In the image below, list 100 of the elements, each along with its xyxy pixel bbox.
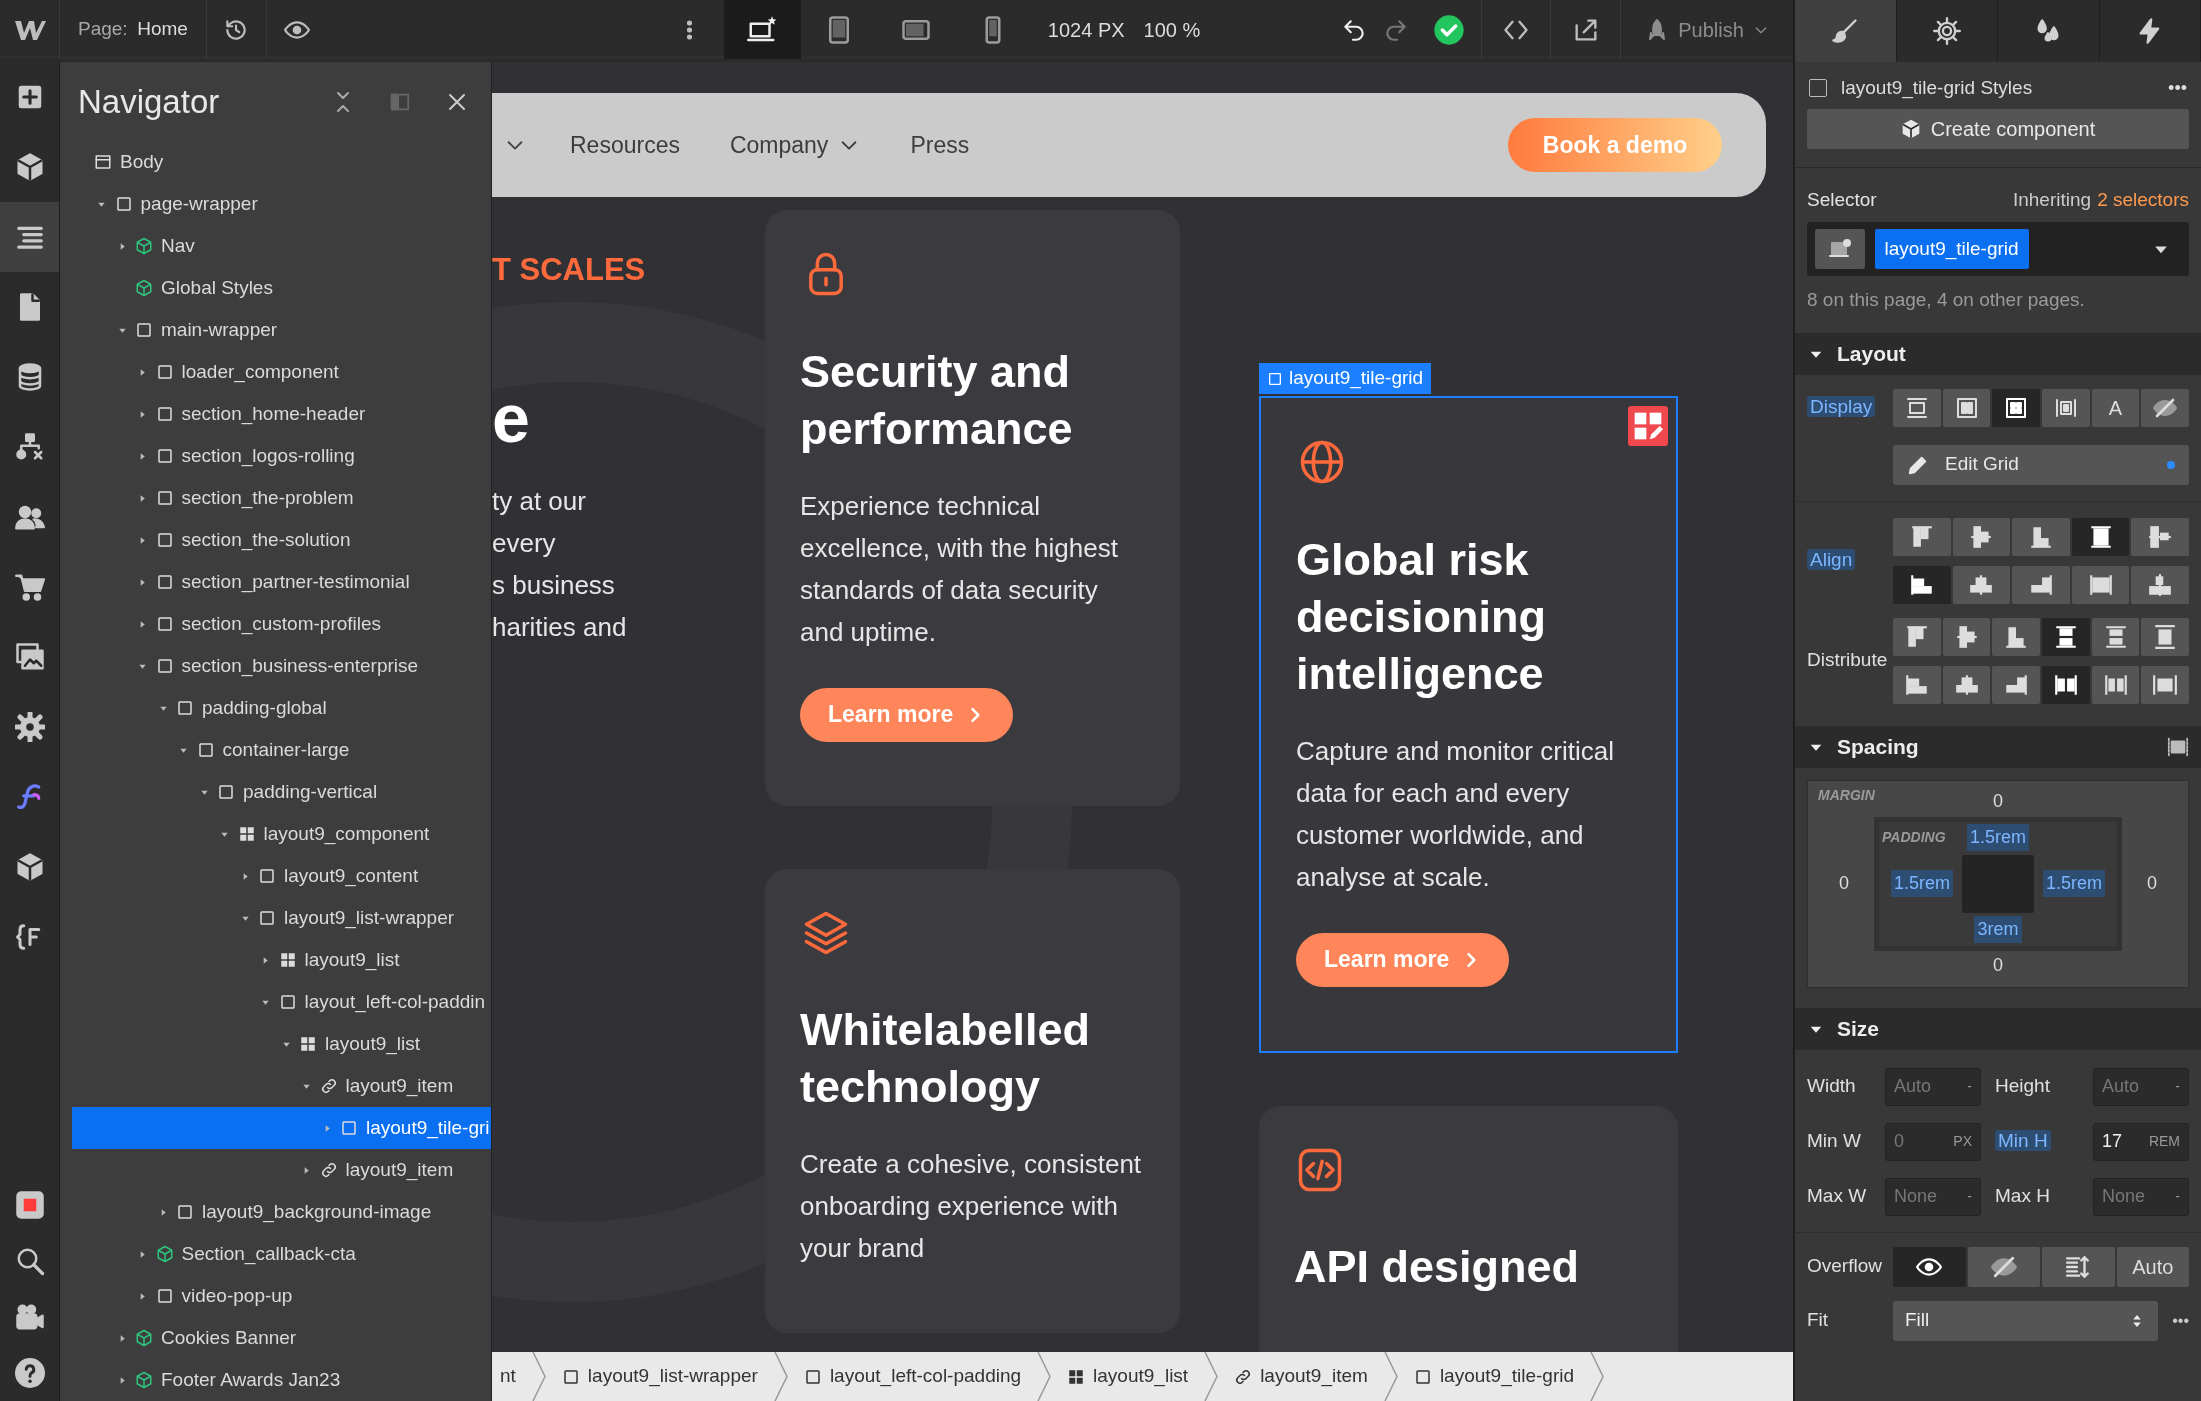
more-button[interactable]: ••• [2158, 1308, 2189, 1333]
align-option[interactable] [2131, 517, 2189, 556]
tree-item[interactable]: layout9_content [72, 855, 491, 897]
inheriting-link[interactable]: 2 selectors [2097, 185, 2189, 214]
size-field[interactable]: Auto - [2093, 1067, 2189, 1106]
align-option[interactable] [2012, 517, 2070, 556]
display-option[interactable] [2141, 388, 2190, 427]
align-option[interactable] [1952, 565, 2011, 604]
tree-item[interactable]: layout9_item [72, 1149, 491, 1191]
overflow-option[interactable] [1893, 1246, 1966, 1287]
display-option[interactable]: A [2091, 388, 2140, 427]
tree-item[interactable]: layout9_item [72, 1065, 491, 1107]
display-option[interactable] [2042, 388, 2090, 427]
edit-grid-button[interactable]: Edit Grid [1893, 444, 2189, 485]
distribute-option[interactable] [1893, 617, 1941, 656]
tree-item[interactable]: Body [72, 141, 491, 183]
unit-selector[interactable]: - [2175, 1186, 2180, 1207]
tree-item[interactable]: layout9_tile-gri [72, 1107, 491, 1149]
grid-edit-icon[interactable] [1628, 406, 1668, 446]
tree-item[interactable]: section_custom-profiles [72, 603, 491, 645]
panel-tab[interactable] [1795, 0, 1897, 62]
tree-item[interactable]: Cookies Banner [72, 1317, 491, 1359]
tree-item[interactable]: padding-vertical [72, 771, 491, 813]
tree-item[interactable]: section_the-problem [72, 477, 491, 519]
distribute-option[interactable] [2042, 617, 2090, 656]
breadcrumb-item[interactable]: layout9_tile-grid [1397, 1362, 1590, 1391]
tree-item[interactable]: main-wrapper [72, 309, 491, 351]
section-title[interactable]: Layout [1837, 337, 1906, 370]
spacing-value[interactable]: 3rem [1974, 916, 2022, 943]
size-field[interactable]: None - [2093, 1177, 2189, 1216]
size-field[interactable]: None - [1885, 1177, 1981, 1216]
align-option[interactable] [2071, 565, 2130, 604]
checkbox[interactable] [1809, 79, 1827, 98]
class-chip[interactable]: layout9_tile-grid [1874, 228, 2029, 270]
more-button[interactable]: ••• [2168, 74, 2187, 102]
tree-item[interactable]: layout9_list [72, 1023, 491, 1065]
tree-item[interactable]: Global Styles [72, 267, 491, 309]
zoom-level[interactable]: 100 % [1143, 14, 1201, 45]
spacing-value[interactable]: 0 [1993, 952, 2003, 979]
unit-selector[interactable]: PX [1953, 1131, 1972, 1152]
nav-link[interactable]: Company [729, 127, 861, 163]
unit-selector[interactable]: - [2175, 1076, 2180, 1097]
tree-item[interactable]: layout_left-col-paddin [72, 981, 491, 1023]
tree-item[interactable]: layout9_component [72, 813, 491, 855]
section-title[interactable]: Spacing [1837, 730, 1919, 763]
spacing-value[interactable]: 1.5rem [1891, 870, 1953, 897]
overflow-option[interactable] [1967, 1246, 2040, 1287]
section-title[interactable]: Size [1837, 1012, 1880, 1045]
breadcrumb-item[interactable]: nt [492, 1362, 532, 1391]
align-option[interactable] [2131, 565, 2189, 604]
align-option[interactable] [2012, 565, 2070, 604]
tree-item[interactable]: page-wrapper [72, 183, 491, 225]
distribute-option[interactable] [2091, 665, 2140, 704]
display-option[interactable] [1893, 388, 1941, 427]
tree-item[interactable]: layout9_background-image [72, 1191, 491, 1233]
distribute-option[interactable] [2042, 665, 2090, 704]
selector-field[interactable]: layout9_tile-grid [1807, 222, 2189, 276]
page-name[interactable]: Home [137, 15, 188, 44]
tree-item[interactable]: section_home-header [72, 393, 491, 435]
create-component-button[interactable]: Create component [1807, 108, 2189, 149]
tree-item[interactable]: section_business-enterprise [72, 645, 491, 687]
breadcrumb-item[interactable]: layout_left-col-padding [787, 1362, 1038, 1391]
feature-card[interactable]: Global risk decisioning intelligence Capture and monitor critical data for each and every customer worldwide, and analyse at scale. Learn more [1259, 396, 1678, 1053]
spacing-value[interactable]: 0 [1993, 788, 2003, 815]
tree-item[interactable]: Nav [72, 225, 491, 267]
feature-card[interactable]: API designed [1259, 1105, 1678, 1352]
tree-item[interactable]: video-pop-up [72, 1275, 491, 1317]
tree-item[interactable]: section_partner-testimonial [72, 561, 491, 603]
tree-item[interactable]: Section_callback-cta [72, 1233, 491, 1275]
unit-selector[interactable]: - [1967, 1076, 1972, 1097]
distribute-option[interactable] [2091, 617, 2140, 656]
align-option[interactable] [1893, 565, 1951, 604]
fit-select[interactable]: Fill [1893, 1300, 2159, 1341]
breadcrumb-item[interactable]: layout9_list [1051, 1362, 1205, 1391]
nav-link[interactable]: Resources [570, 127, 680, 163]
display-option[interactable] [1942, 388, 1991, 427]
overflow-option[interactable]: Auto [2116, 1246, 2189, 1287]
overflow-option[interactable] [2042, 1246, 2115, 1287]
tree-item[interactable]: layout9_list-wrapper [72, 897, 491, 939]
display-option[interactable] [1992, 388, 2040, 427]
breadcrumb-item[interactable]: layout9_item [1218, 1362, 1384, 1391]
spacing-value[interactable]: 1.5rem [2043, 870, 2105, 897]
distribute-option[interactable] [1942, 617, 1991, 656]
publish-button[interactable]: Publish [1621, 0, 1793, 59]
tree-item[interactable]: layout9_list [72, 939, 491, 981]
unit-selector[interactable]: - [1967, 1186, 1972, 1207]
size-field[interactable]: Auto - [1885, 1067, 1981, 1106]
distribute-option[interactable] [2141, 665, 2190, 704]
tree-item[interactable]: section_the-solution [72, 519, 491, 561]
size-field[interactable]: 17 REM [2093, 1122, 2189, 1161]
align-option[interactable] [2071, 517, 2130, 556]
tree-item[interactable]: section_logos-rolling [72, 435, 491, 477]
tree-item[interactable]: padding-global [72, 687, 491, 729]
tree-item[interactable]: loader_component [72, 351, 491, 393]
unit-selector[interactable]: REM [2148, 1131, 2180, 1152]
breadcrumb-item[interactable]: layout9_list-wrapper [545, 1362, 774, 1391]
check-circle-icon[interactable] [1433, 13, 1465, 46]
distribute-option[interactable] [1992, 617, 2040, 656]
nav-link[interactable]: Press [910, 127, 970, 163]
sidebar-button[interactable] [0, 202, 59, 272]
